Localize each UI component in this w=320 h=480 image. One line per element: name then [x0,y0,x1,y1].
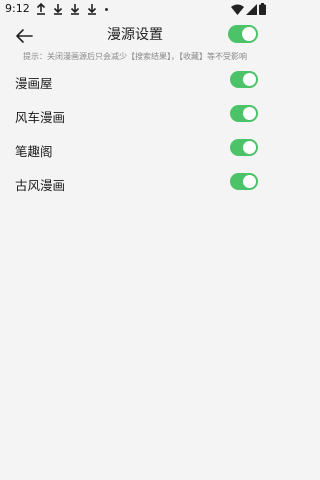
source-toggle[interactable] [230,139,258,156]
download-icon [87,4,97,15]
header: 漫源设置 [0,22,270,48]
battery-icon [259,3,266,15]
source-list: 漫画屋 风车漫画 笔趣阁 古风漫画 [0,67,270,203]
status-right [231,2,266,16]
source-row: 笔趣阁 [0,135,270,169]
source-label: 笔趣阁 [15,144,53,159]
source-row: 漫画屋 [0,67,270,101]
status-notifications [34,2,108,16]
source-label: 古风漫画 [15,178,66,193]
hint-text: 提示：关闭漫画源后只会减少【搜索结果】，【收藏】等不受影响 [23,52,247,61]
source-toggle[interactable] [230,105,258,122]
download-icon [70,4,80,15]
more-notifications-dot [105,7,108,11]
source-toggle[interactable] [230,71,258,88]
source-toggle[interactable] [230,173,258,190]
wifi-icon [231,4,244,15]
status-time: 9:12 [5,2,30,15]
source-row: 风车漫画 [0,101,270,135]
source-label: 漫画屋 [15,76,53,91]
toggle-knob [243,73,256,86]
toggle-knob [243,175,256,188]
download-icon [53,4,63,15]
toggle-knob [242,27,256,41]
toggle-knob [243,107,256,120]
source-label: 风车漫画 [15,110,66,125]
status-bar: 9:12 [0,0,270,18]
signal-icon [246,3,257,15]
upload-icon [36,2,46,15]
source-row: 古风漫画 [0,169,270,203]
master-toggle[interactable] [228,25,258,43]
toggle-knob [243,141,256,154]
